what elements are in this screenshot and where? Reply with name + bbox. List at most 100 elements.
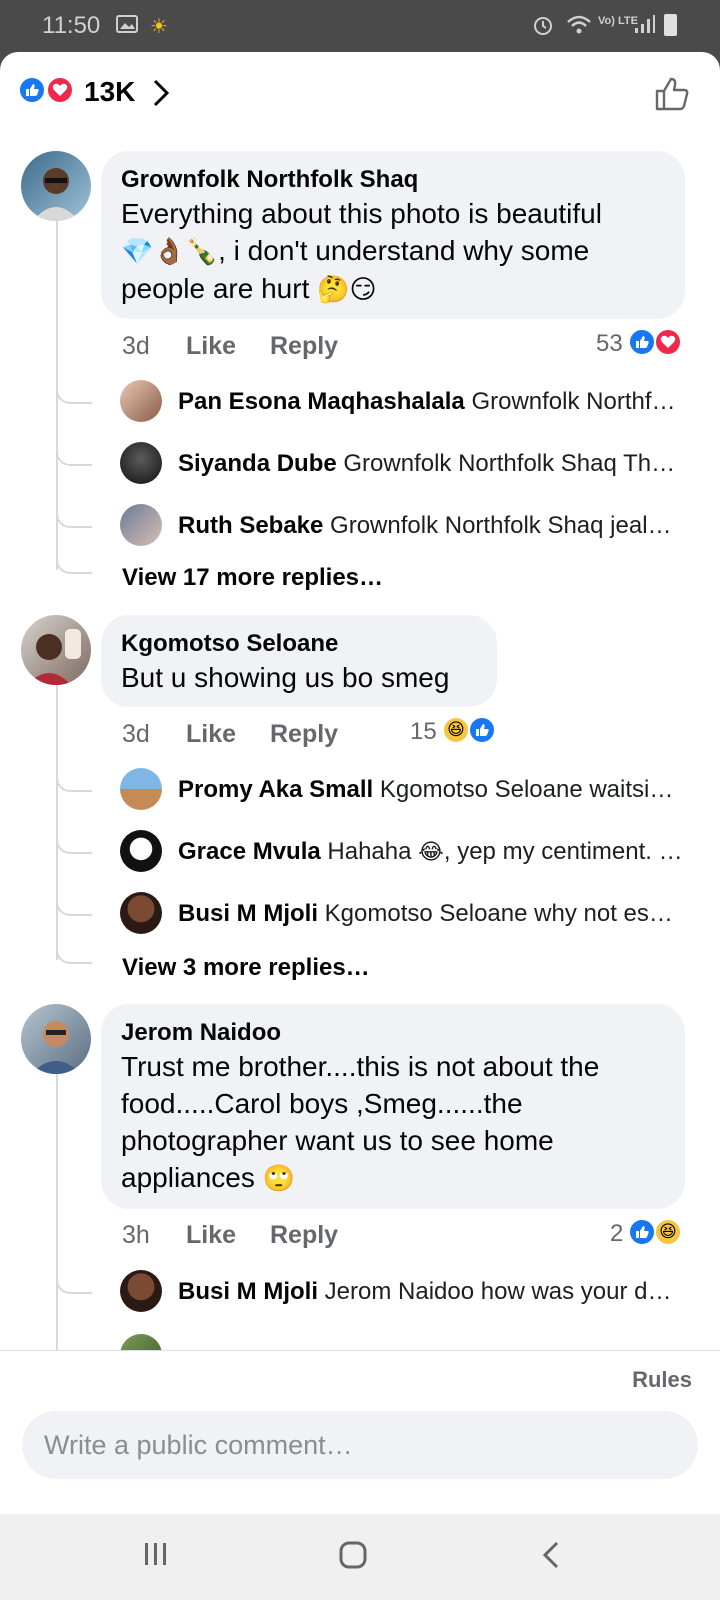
home-icon[interactable] (338, 1540, 368, 1575)
avatar[interactable] (120, 442, 162, 484)
avatar[interactable] (21, 1004, 91, 1074)
reply-author[interactable]: Ruth Sebake (178, 512, 323, 539)
comment-input[interactable] (22, 1411, 698, 1479)
recents-icon[interactable] (142, 1540, 170, 1573)
haha-reaction-icon: 😆 (442, 716, 470, 744)
comment-actions: 3d Like Reply (122, 720, 422, 754)
reply-branch (56, 898, 92, 916)
bottle-emoji: 🍾 (185, 236, 219, 266)
chevron-right-icon[interactable] (152, 78, 170, 113)
reply-item[interactable]: Promy Aka Small Kgomotso Seloane waitsi… (120, 768, 720, 816)
status-bar: 11:50 ☀ Vo) LTE (0, 0, 720, 52)
image-icon (116, 14, 138, 40)
smirk-emoji: 😏 (349, 274, 377, 304)
reply-item[interactable]: Pan Esona Maqhashalala Grownfolk Northf… (120, 380, 720, 428)
thread-line (56, 1074, 58, 1350)
comment-reactions[interactable]: 15 😆 (410, 716, 502, 748)
comment-text: Everything about this photo is beautiful… (121, 195, 665, 308)
like-reaction-icon (628, 1218, 656, 1246)
thinking-emoji: 🤔 (317, 274, 350, 304)
avatar[interactable] (120, 768, 162, 810)
status-time: 11:50 (42, 12, 101, 39)
reply-button[interactable]: Reply (270, 1221, 338, 1250)
comment-reactions[interactable]: 53 (596, 328, 688, 360)
reply-text: Kgomotso Seloane waitsi… (379, 776, 674, 803)
reply-branch (56, 946, 92, 964)
eye-roll-emoji: 🙄 (262, 1163, 296, 1193)
reply-item[interactable]: Busi M Mjoli Kgomotso Seloane why not es… (120, 892, 720, 940)
reactions-header[interactable]: 13K (0, 52, 720, 132)
reply-item[interactable]: Siyanda Dube Grownfolk Northfolk Shaq Th… (120, 442, 720, 490)
reply-branch (56, 774, 92, 792)
thumbs-up-icon[interactable] (654, 76, 690, 117)
like-reaction-icon (18, 76, 46, 104)
reply-text: Grownfolk Northfolk Shaq Th… (343, 450, 676, 477)
ok-hand-emoji: 👌🏾 (153, 236, 186, 266)
comment-author[interactable]: Kgomotso Seloane (121, 629, 477, 659)
network-type: Vo) LTE (598, 15, 638, 27)
reaction-count: 13K (84, 76, 136, 107)
avatar[interactable] (120, 504, 162, 546)
like-reaction-icon (468, 716, 496, 744)
comment-reactions[interactable]: 2 😆 (610, 1218, 702, 1250)
comment-bubble[interactable]: Kgomotso Seloane But u showing us bo sme… (101, 615, 497, 707)
reply-item[interactable]: Grace Mvula Hahaha 😂, yep my centiment. … (120, 830, 720, 878)
reply-branch (56, 510, 92, 528)
rules-link[interactable]: Rules (632, 1367, 692, 1393)
comments-sheet: 13K Grownfolk Northfolk Shaq Everything … (0, 52, 720, 1514)
reply-branch (56, 386, 92, 404)
comment-author[interactable]: Jerom Naidoo (121, 1018, 665, 1048)
reply-author[interactable]: Busi M Mjoli (178, 900, 318, 927)
reply-item[interactable]: Busi M Mjoli Jerom Naidoo how was your d… (120, 1270, 720, 1318)
reply-branch (56, 1276, 92, 1294)
reply-author[interactable]: Siyanda Dube (178, 450, 337, 477)
reply-button[interactable]: Reply (270, 332, 338, 361)
thread-line (56, 684, 58, 960)
system-nav-bar (0, 1514, 720, 1600)
reply-text: Jerom Naidoo how was your d… (324, 1278, 672, 1305)
reply-branch (56, 836, 92, 854)
like-button[interactable]: Like (186, 1221, 236, 1250)
like-button[interactable]: Like (186, 720, 236, 749)
alarm-icon (532, 14, 554, 42)
reply-author[interactable]: Pan Esona Maqhashalala (178, 388, 465, 415)
reply-button[interactable]: Reply (270, 720, 338, 749)
reply-text: Hahaha 😂, yep my centiment. … (327, 838, 683, 865)
avatar[interactable] (120, 892, 162, 934)
back-icon[interactable] (540, 1540, 562, 1575)
comment-author[interactable]: Grownfolk Northfolk Shaq (121, 165, 665, 195)
love-reaction-icon (46, 76, 74, 104)
reply-text: Grownfolk Northf… (471, 388, 676, 415)
comment-actions: 3h Like Reply (122, 1221, 422, 1255)
like-button[interactable]: Like (186, 332, 236, 361)
comment-bubble[interactable]: Jerom Naidoo Trust me brother....this is… (101, 1004, 685, 1209)
haha-reaction-icon: 😆 (654, 1218, 682, 1246)
gem-emoji: 💎 (121, 236, 154, 266)
comment-text: Trust me brother....this is not about th… (121, 1048, 665, 1197)
view-more-replies[interactable]: View 17 more replies… (122, 564, 383, 592)
sun-icon: ☀ (150, 16, 168, 38)
comment-reaction-count: 53 (596, 330, 623, 357)
reply-text: Grownfolk Northfolk Shaq jeal… (330, 512, 672, 539)
love-reaction-icon (654, 328, 682, 356)
avatar[interactable] (120, 1270, 162, 1312)
comment-age: 3d (122, 720, 150, 748)
reply-text: Kgomotso Seloane why not es… (324, 900, 673, 927)
reply-author[interactable]: Promy Aka Small (178, 776, 373, 803)
joy-emoji: 😂 (418, 839, 444, 864)
reply-item[interactable]: Ruth Sebake Grownfolk Northfolk Shaq jea… (120, 504, 720, 552)
reply-author[interactable]: Busi M Mjoli (178, 1278, 318, 1305)
reply-author[interactable]: Grace Mvula (178, 838, 321, 865)
view-more-replies[interactable]: View 3 more replies… (122, 954, 370, 982)
comment-text: But u showing us bo smeg (121, 662, 450, 693)
reply-branch (56, 448, 92, 466)
avatar[interactable] (120, 830, 162, 872)
wifi-icon (566, 14, 592, 42)
reply-branch (56, 556, 92, 574)
comment-reaction-count: 15 (410, 718, 437, 745)
avatar[interactable] (120, 380, 162, 422)
comment-reaction-count: 2 (610, 1220, 624, 1247)
comment-bubble[interactable]: Grownfolk Northfolk Shaq Everything abou… (101, 151, 685, 319)
avatar[interactable] (21, 615, 91, 685)
avatar[interactable] (21, 151, 91, 221)
